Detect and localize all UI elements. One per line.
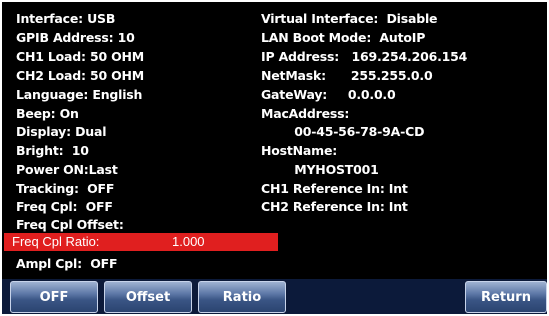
beep-setting: Beep: On xyxy=(16,106,79,121)
ampl-cpl-setting: Ampl Cpl: OFF xyxy=(16,256,118,271)
bright-setting: Bright: 10 xyxy=(16,143,89,158)
gpib-address-setting: GPIB Address: 10 xyxy=(16,30,135,45)
hostname-label: HostName: xyxy=(261,143,338,158)
freq-cpl-setting: Freq Cpl: OFF xyxy=(16,199,113,214)
tracking-setting: Tracking: OFF xyxy=(16,181,115,196)
ch1-load-setting: CH1 Load: 50 OHM xyxy=(16,49,145,64)
ip-address-setting: IP Address: 169.254.206.154 xyxy=(261,49,468,64)
display-setting: Display: Dual xyxy=(16,124,107,139)
gateway-setting: GateWay: 0.0.0.0 xyxy=(261,87,396,102)
lan-boot-mode-setting: LAN Boot Mode: AutoIP xyxy=(261,30,426,45)
freq-cpl-offset-setting: Freq Cpl Offset: xyxy=(16,217,124,232)
freq-cpl-ratio-value[interactable]: 1.000 xyxy=(172,234,205,250)
off-softkey[interactable]: OFF xyxy=(10,281,98,313)
power-on-setting: Power ON:Last xyxy=(16,162,118,177)
offset-softkey[interactable]: Offset xyxy=(104,281,192,313)
language-setting: Language: English xyxy=(16,87,143,102)
mac-address-label: MacAddress: xyxy=(261,106,350,121)
hostname-value: MYHOST001 xyxy=(261,162,379,177)
return-softkey[interactable]: Return xyxy=(465,281,547,313)
instrument-screen: Interface: USB GPIB Address: 10 CH1 Load… xyxy=(2,2,547,314)
ratio-softkey[interactable]: Ratio xyxy=(198,281,286,313)
interface-setting: Interface: USB xyxy=(16,11,116,26)
ch2-reference-setting: CH2 Reference In: Int xyxy=(261,199,408,214)
ch1-reference-setting: CH1 Reference In: Int xyxy=(261,181,408,196)
virtual-interface-setting: Virtual Interface: Disable xyxy=(261,11,438,26)
ch2-load-setting: CH2 Load: 50 OHM xyxy=(16,68,145,83)
netmask-setting: NetMask: 255.255.0.0 xyxy=(261,68,433,83)
freq-cpl-ratio-label: Freq Cpl Ratio: xyxy=(12,234,100,249)
mac-address-value: 00-45-56-78-9A-CD xyxy=(261,124,425,139)
